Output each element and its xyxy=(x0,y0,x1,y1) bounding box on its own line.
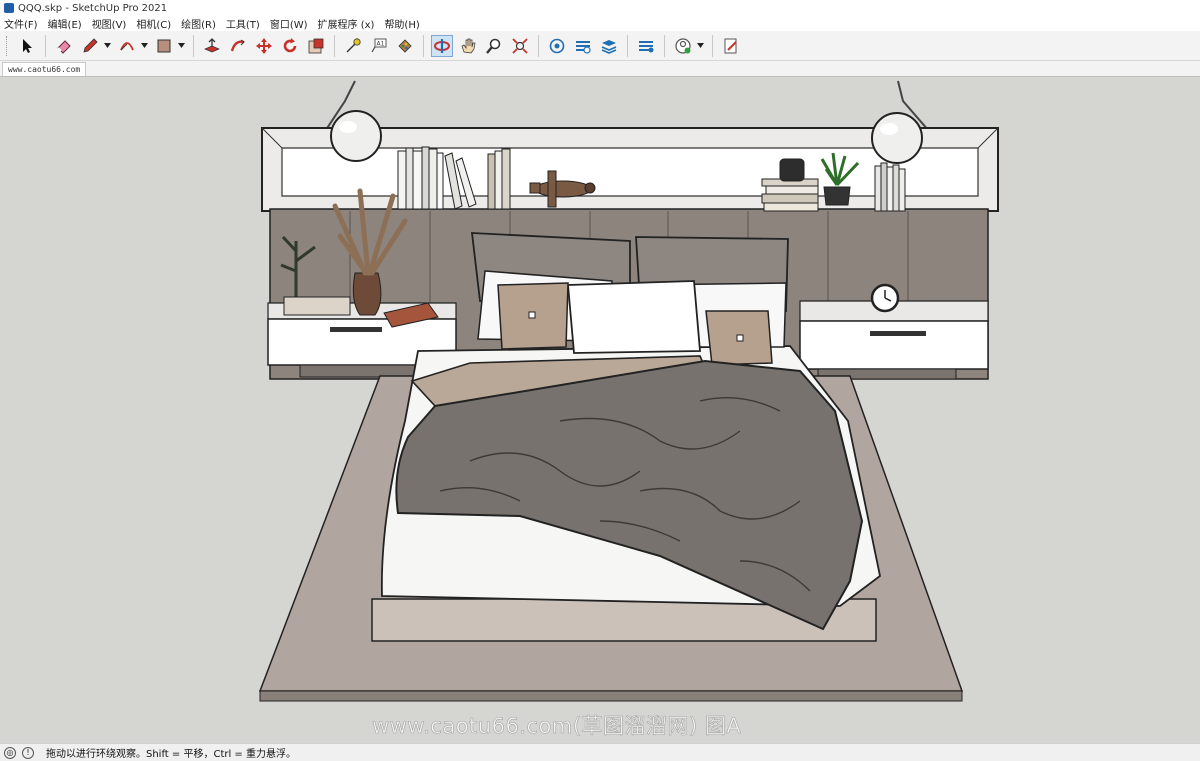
text-tool-button[interactable]: A1 xyxy=(368,35,390,57)
report-edit-icon xyxy=(724,38,737,53)
sketchup-logo-icon xyxy=(4,3,14,13)
shape-tool-dropdown[interactable] xyxy=(177,35,185,57)
zoom-extents-icon xyxy=(512,37,528,54)
toolbar-separator xyxy=(664,34,665,57)
paint-bucket-tool-button[interactable] xyxy=(394,35,416,57)
toolbar-separator xyxy=(423,34,424,57)
toolbar-separator xyxy=(193,34,194,57)
menu-edit[interactable]: 编辑(E) xyxy=(48,16,82,31)
eraser-icon xyxy=(57,39,71,54)
svg-text:A1: A1 xyxy=(377,40,385,47)
rectangle-icon xyxy=(157,39,171,52)
menu-draw[interactable]: 绘图(R) xyxy=(181,16,216,31)
extension-warehouse-icon xyxy=(576,40,591,54)
menu-file[interactable]: 文件(F) xyxy=(4,16,38,31)
menu-bar: 文件(F) 编辑(E) 视图(V) 相机(C) 绘图(R) 工具(T) 窗口(W… xyxy=(0,16,1200,31)
push-pull-tool-button[interactable] xyxy=(201,35,223,57)
magnifier-icon xyxy=(486,38,501,54)
info-icon[interactable]: ! xyxy=(22,746,34,759)
zoom-extents-tool-button[interactable] xyxy=(509,35,531,57)
arc-tool-button[interactable] xyxy=(116,35,138,57)
hand-icon xyxy=(461,38,476,53)
shape-tool-button[interactable] xyxy=(153,35,175,57)
tape-measure-tool-button[interactable] xyxy=(342,35,364,57)
chevron-down-icon xyxy=(177,43,185,48)
select-tool-button[interactable] xyxy=(16,35,38,57)
move-tool-button[interactable] xyxy=(253,35,275,57)
profile-button[interactable] xyxy=(672,35,694,57)
scene-tab-bar: www.caotu66.com xyxy=(0,61,1200,76)
orbit-icon xyxy=(434,38,450,53)
line-tool-dropdown[interactable] xyxy=(103,35,111,57)
menu-tools[interactable]: 工具(T) xyxy=(226,16,260,31)
user-profile-icon xyxy=(675,37,691,54)
push-pull-icon xyxy=(204,37,220,52)
move-arrows-icon xyxy=(256,37,272,54)
3d-warehouse-button[interactable] xyxy=(546,35,568,57)
menu-extensions[interactable]: 扩展程序 (x) xyxy=(318,16,375,31)
chevron-down-icon xyxy=(696,43,704,48)
scene-tab[interactable]: www.caotu66.com xyxy=(2,62,87,76)
send-to-layout-button[interactable] xyxy=(635,35,657,57)
line-tool-button[interactable] xyxy=(79,35,101,57)
paint-bucket-icon xyxy=(398,38,412,53)
menu-view[interactable]: 视图(V) xyxy=(92,16,127,31)
scale-icon xyxy=(308,38,324,53)
chevron-down-icon xyxy=(103,43,111,48)
bed-model-render xyxy=(258,80,999,702)
eraser-tool-button[interactable] xyxy=(53,35,75,57)
window-title: QQQ.skp - SketchUp Pro 2021 xyxy=(18,2,168,14)
send-layers-icon xyxy=(639,40,654,52)
toolbar-separator xyxy=(712,34,713,57)
stack-layers-icon xyxy=(601,39,617,54)
arrow-cursor-icon xyxy=(23,38,32,53)
title-bar: QQQ.skp - SketchUp Pro 2021 xyxy=(0,0,1200,16)
tape-measure-icon xyxy=(346,37,361,52)
follow-me-tool-button[interactable] xyxy=(227,35,249,57)
profile-dropdown[interactable] xyxy=(696,35,704,57)
toolbar-separator xyxy=(45,34,46,57)
zoom-tool-button[interactable] xyxy=(483,35,505,57)
rotate-icon xyxy=(283,37,297,52)
status-bar: ◎ ! 拖动以进行环绕观察。Shift = 平移，Ctrl = 重力悬浮。 xyxy=(0,743,1200,761)
toolbar-separator xyxy=(538,34,539,57)
model-viewport[interactable]: www.caotu66.com(草图溜溜网) 图A xyxy=(0,76,1200,743)
orbit-tool-button[interactable] xyxy=(431,34,453,57)
main-toolbar: A1 xyxy=(0,31,1200,61)
status-message: 拖动以进行环绕观察。Shift = 平移，Ctrl = 重力悬浮。 xyxy=(46,749,296,760)
watermark-text: www.caotu66.com(草图溜溜网) 图A xyxy=(372,714,742,739)
pan-tool-button[interactable] xyxy=(457,35,479,57)
warehouse-icon xyxy=(549,38,565,53)
toolbar-separator xyxy=(627,34,628,57)
rotate-tool-button[interactable] xyxy=(279,35,301,57)
chevron-down-icon xyxy=(140,43,148,48)
pencil-icon xyxy=(83,37,98,53)
menu-window[interactable]: 窗口(W) xyxy=(270,16,308,31)
scale-tool-button[interactable] xyxy=(305,35,327,57)
report-button[interactable] xyxy=(720,35,742,57)
layout-button[interactable] xyxy=(598,35,620,57)
geo-location-icon[interactable]: ◎ xyxy=(4,746,16,759)
follow-me-icon xyxy=(230,39,245,51)
arc-icon xyxy=(120,41,134,50)
menu-camera[interactable]: 相机(C) xyxy=(136,16,171,31)
text-label-icon: A1 xyxy=(371,38,387,52)
extension-warehouse-button[interactable] xyxy=(572,35,594,57)
menu-help[interactable]: 帮助(H) xyxy=(384,16,419,31)
arc-tool-dropdown[interactable] xyxy=(140,35,148,57)
toolbar-grip[interactable] xyxy=(6,35,10,56)
toolbar-separator xyxy=(334,34,335,57)
